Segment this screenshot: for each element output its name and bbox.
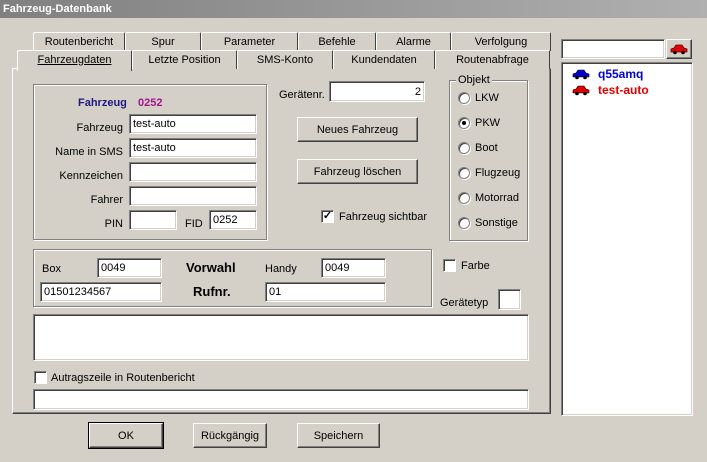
vorwahl-label: Vorwahl [186, 260, 236, 275]
color-checkbox[interactable] [443, 259, 456, 272]
object-radio-lkw[interactable] [458, 92, 470, 104]
fahrzeug-label: Fahrzeug [76, 122, 123, 134]
fahrer-label: Fahrer [90, 194, 123, 206]
object-radio-label: PKW [475, 117, 501, 129]
vehicle-search-button[interactable] [666, 39, 692, 59]
box-label: Box [42, 263, 61, 275]
handy-label: Handy [265, 263, 297, 275]
vehicle-list: q55amq test-auto [561, 62, 693, 416]
vehicle-list-item-name: test-auto [598, 83, 649, 97]
handy-number-input[interactable] [265, 282, 386, 302]
fid-label: FID [185, 218, 203, 230]
car-icon [572, 69, 590, 80]
vehicle-list-item[interactable]: q55amq [570, 66, 643, 82]
device-type-input[interactable] [498, 289, 521, 310]
route-line-input[interactable] [33, 389, 529, 410]
fahrzeug-input[interactable] [129, 114, 257, 134]
object-radio-motorrad[interactable] [458, 192, 470, 204]
notes-textarea[interactable] [33, 314, 529, 361]
device-number-label: Gerätenr. [279, 89, 325, 101]
tab-befehle[interactable]: Befehle [298, 32, 376, 51]
vehicle-list-item-name: q55amq [598, 67, 644, 81]
handy-prefix-input[interactable] [321, 258, 386, 278]
tab-fahrzeugdaten[interactable]: Fahrzeugdaten [17, 50, 132, 71]
fahrer-input[interactable] [129, 186, 257, 206]
object-radio-label: Boot [475, 142, 498, 154]
pin-label: PIN [104, 218, 123, 230]
object-radio-pkw[interactable] [458, 117, 470, 129]
route-line-checkbox[interactable] [34, 371, 47, 384]
tab-letzte-position[interactable]: Letzte Position [132, 50, 237, 69]
route-line-checkbox-label: Autragszeile in Routenbericht [51, 372, 195, 384]
save-button[interactable]: Speichern [297, 423, 380, 448]
visible-checkbox-label: Fahrzeug sichtbar [339, 211, 428, 223]
red-car-icon [670, 44, 688, 55]
pin-input[interactable] [129, 210, 177, 230]
object-type-title: Objekt [456, 74, 492, 86]
window-title: Fahrzeug-Datenbank [0, 0, 707, 18]
rufnr-label: Rufnr. [193, 284, 231, 299]
fid-input[interactable] [209, 210, 257, 230]
vehicle-search-input[interactable] [561, 39, 665, 59]
tab-kundendaten[interactable]: Kundendaten [333, 50, 435, 69]
tab-verfolgung[interactable]: Verfolgung [451, 32, 551, 51]
ok-button[interactable]: OK [88, 422, 164, 449]
object-radio-sonstige[interactable] [458, 217, 470, 229]
kennzeichen-label: Kennzeichen [59, 170, 123, 182]
vehicle-list-item[interactable]: test-auto [570, 82, 649, 98]
tab-routenbericht[interactable]: Routenbericht [33, 32, 125, 51]
object-radio-boot[interactable] [458, 142, 470, 154]
undo-button[interactable]: Rückgängig [193, 423, 267, 448]
device-type-label: Gerätetyp [440, 297, 489, 309]
delete-vehicle-button[interactable]: Fahrzeug löschen [297, 159, 418, 184]
tab-parameter[interactable]: Parameter [201, 32, 298, 51]
visible-checkbox[interactable]: ✓ [321, 210, 334, 223]
tab-spur[interactable]: Spur [125, 32, 201, 51]
sms-name-input[interactable] [129, 138, 257, 158]
phone-group: Box Vorwahl Handy Rufnr. [33, 249, 432, 307]
object-radio-flugzeug[interactable] [458, 167, 470, 179]
device-number-input[interactable] [329, 81, 425, 102]
sms-name-label: Name in SMS [55, 146, 123, 158]
object-radio-label: Flugzeug [475, 167, 521, 179]
car-icon [572, 85, 590, 96]
object-radio-label: Motorrad [475, 192, 520, 204]
box-number-input[interactable] [40, 282, 162, 302]
color-checkbox-label: Farbe [461, 260, 490, 272]
tab-routenabfrage[interactable]: Routenabfrage [435, 50, 550, 69]
object-radio-label: LKW [475, 92, 499, 104]
kennzeichen-input[interactable] [129, 162, 257, 182]
box-prefix-input[interactable] [97, 258, 162, 278]
tab-alarme[interactable]: Alarme [376, 32, 451, 51]
tab-sms-konto[interactable]: SMS-Konto [237, 50, 333, 69]
vehicle-header-label: Fahrzeug [78, 97, 127, 109]
vehicle-info-group: Fahrzeug 0252 Fahrzeug Name in SMS Kennz… [33, 84, 267, 240]
object-radio-label: Sonstige [475, 217, 518, 229]
vehicle-header-id: 0252 [138, 97, 163, 109]
new-vehicle-button[interactable]: Neues Fahrzeug [297, 117, 418, 142]
